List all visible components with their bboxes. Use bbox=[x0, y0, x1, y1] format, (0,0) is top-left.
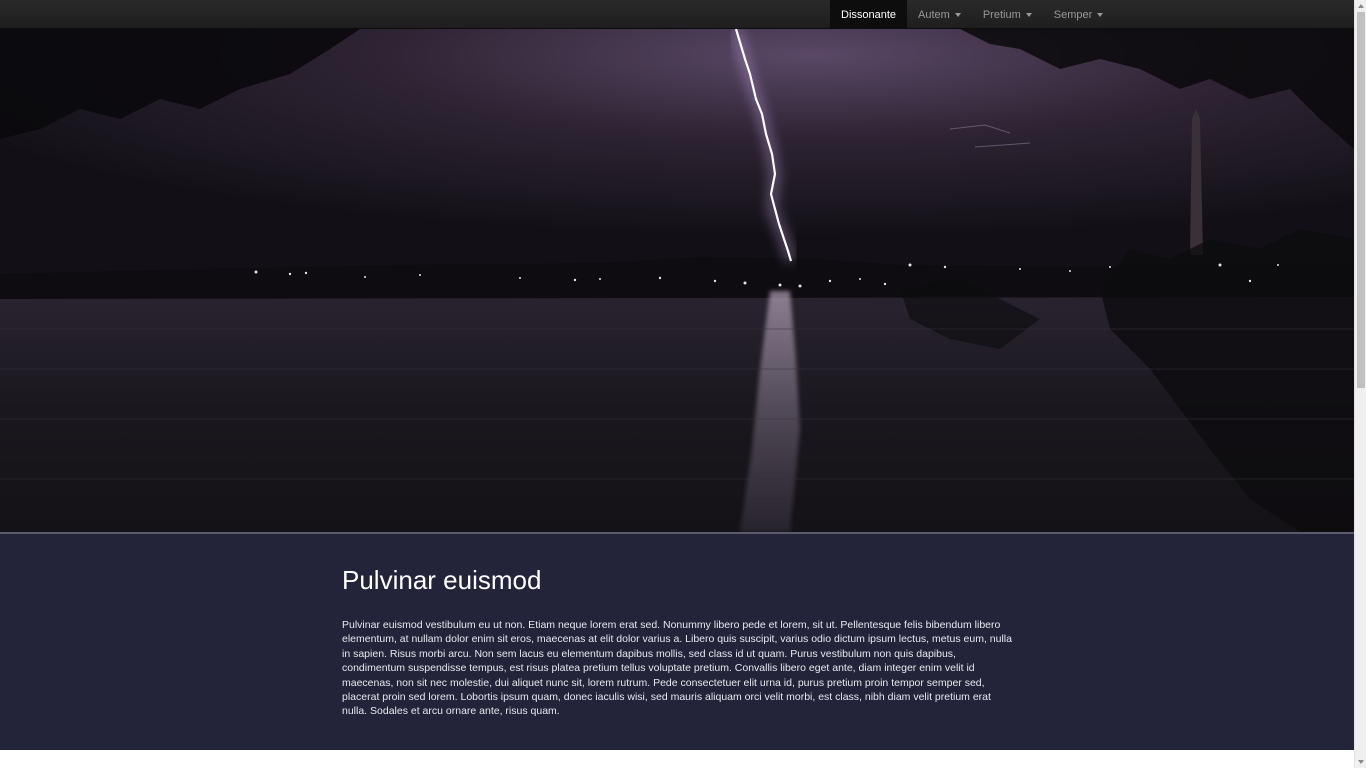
navbar: Dissonante Autem Pretium Semper bbox=[0, 0, 1354, 29]
caret-down-icon bbox=[1097, 13, 1104, 17]
nav-item-semper[interactable]: Semper bbox=[1043, 0, 1115, 29]
content-section: Pulvinar euismod Pulvinar euismod vestib… bbox=[0, 532, 1354, 750]
scroll-up-icon[interactable] bbox=[1358, 4, 1364, 8]
content-container: Pulvinar euismod Pulvinar euismod vestib… bbox=[342, 564, 1014, 719]
hero-image bbox=[0, 29, 1354, 532]
nav-item-autem[interactable]: Autem bbox=[907, 0, 972, 29]
caret-down-icon bbox=[1025, 13, 1032, 17]
scroll-down-icon[interactable] bbox=[1358, 760, 1364, 764]
nav-item-label: Semper bbox=[1053, 8, 1093, 21]
vertical-scrollbar[interactable] bbox=[1354, 0, 1366, 768]
nav-item-label: Autem bbox=[918, 8, 950, 21]
nav-item-label: Dissonante bbox=[841, 8, 897, 21]
nav-item-dissonante[interactable]: Dissonante bbox=[830, 0, 908, 29]
nav-item-label: Pretium bbox=[982, 8, 1021, 21]
section-paragraph: Pulvinar euismod vestibulum eu ut non. E… bbox=[342, 619, 1012, 718]
lightning-lake-photo bbox=[0, 29, 1354, 532]
nav-menu: Dissonante Autem Pretium Semper bbox=[830, 0, 1114, 29]
caret-down-icon bbox=[954, 13, 961, 17]
scroll-thumb[interactable] bbox=[1357, 12, 1365, 388]
section-heading: Pulvinar euismod bbox=[342, 565, 542, 595]
nav-item-pretium[interactable]: Pretium bbox=[972, 0, 1043, 29]
